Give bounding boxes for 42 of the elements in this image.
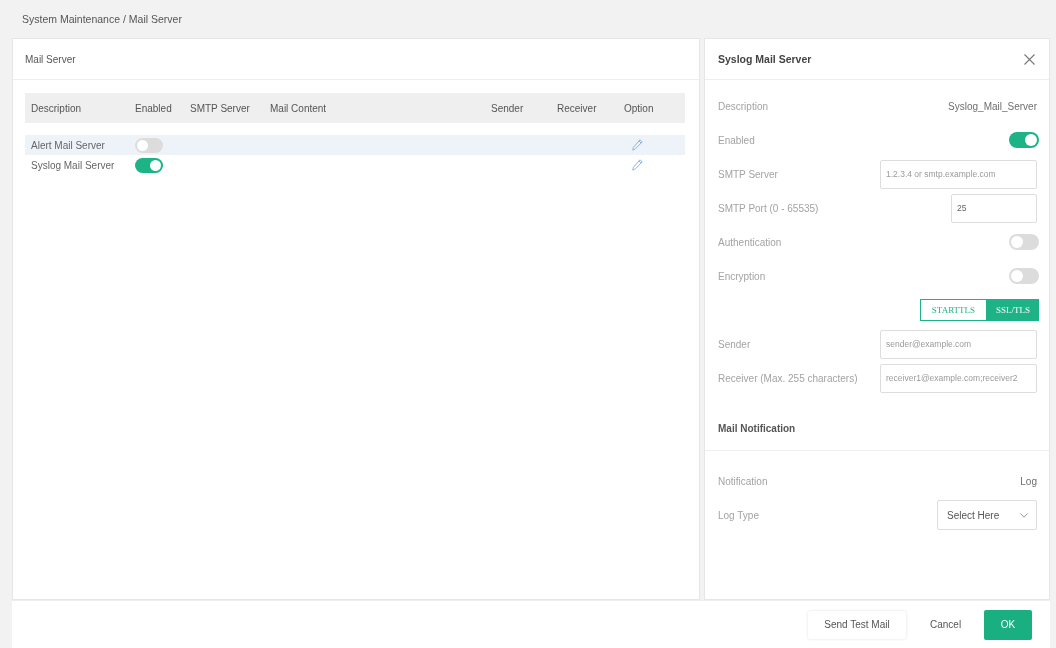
toggle-switch[interactable] xyxy=(1009,268,1039,284)
port-field[interactable]: 25 xyxy=(951,193,1037,223)
toggle-switch[interactable] xyxy=(1009,132,1039,148)
column-header: Mail Content xyxy=(269,102,328,114)
field-label: Encryption xyxy=(718,270,766,282)
close-icon[interactable] xyxy=(1024,53,1035,65)
field-value: Log xyxy=(1020,475,1037,487)
field-label: Log Type xyxy=(718,509,759,521)
column-header: Sender xyxy=(490,102,525,114)
caret-icon xyxy=(1020,512,1028,518)
field-label: Receiver (Max. 255 characters) xyxy=(718,372,858,384)
field-label: SMTP Server xyxy=(718,168,778,180)
input-field[interactable]: sender@example.com xyxy=(880,329,1037,359)
field-value: Syslog_Mail_Server xyxy=(948,100,1037,112)
pencil-icon[interactable] xyxy=(632,159,643,171)
table-cell: Syslog Mail Server xyxy=(31,159,115,171)
field-label: Sender xyxy=(718,338,751,350)
table-row[interactable]: Alert Mail Server xyxy=(25,135,685,155)
field-label: Enabled xyxy=(718,134,755,146)
field-label: Notification xyxy=(718,475,768,487)
column-header: SMTP Server xyxy=(189,102,251,114)
input-field[interactable]: 1.2.3.4 or smtp.example.com xyxy=(880,159,1037,189)
field-label: SMTP Port (0 - 65535) xyxy=(718,202,819,214)
column-header: Enabled xyxy=(134,102,173,114)
column-header: Option xyxy=(623,102,655,114)
input-field[interactable]: receiver1@example.com;receiver2 xyxy=(880,363,1037,393)
section-title: Mail Notification xyxy=(718,423,796,434)
column-header: Description xyxy=(30,102,83,114)
panel-title: Mail Server xyxy=(25,53,76,65)
field-label: Authentication xyxy=(718,236,782,248)
panel-title: Syslog Mail Server xyxy=(718,53,812,65)
select-dropdown[interactable]: Select Here xyxy=(937,500,1037,530)
column-header: Receiver xyxy=(556,102,598,114)
toggle-switch[interactable] xyxy=(1009,234,1039,250)
field-label: Description xyxy=(718,100,769,112)
footer-button[interactable]: Send Test Mail xyxy=(808,610,906,639)
toggle-switch[interactable] xyxy=(135,157,163,173)
pencil-icon[interactable] xyxy=(632,139,643,151)
toggle-switch[interactable] xyxy=(135,137,163,153)
table-row[interactable]: Syslog Mail Server xyxy=(25,155,685,175)
table-cell: Alert Mail Server xyxy=(31,139,105,151)
breadcrumb: System Maintenance / Mail Server xyxy=(22,13,182,25)
